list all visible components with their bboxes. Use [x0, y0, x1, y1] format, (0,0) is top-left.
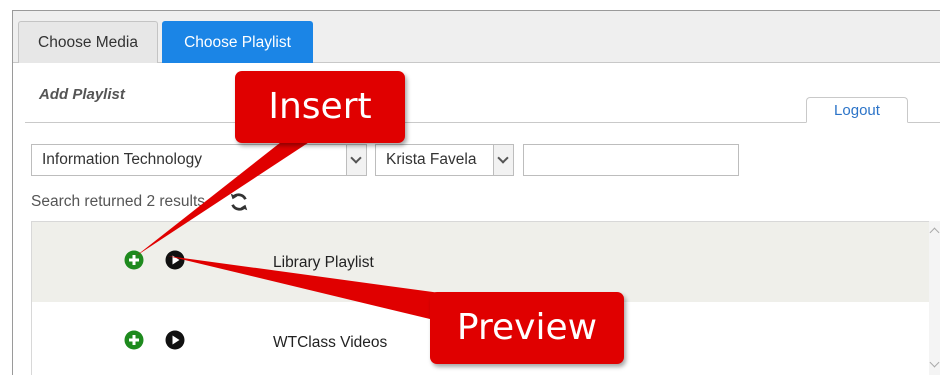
panel-title: Add Playlist	[39, 86, 125, 103]
insert-callout: Insert	[235, 71, 405, 143]
tab-choose-playlist[interactable]: Choose Playlist	[162, 21, 313, 63]
playlist-title: Library Playlist	[273, 254, 374, 271]
search-input[interactable]	[523, 144, 739, 176]
chevron-down-icon[interactable]	[346, 145, 366, 175]
chevron-up-icon[interactable]	[929, 227, 940, 238]
department-select[interactable]: Information Technology	[31, 144, 367, 176]
logout-button[interactable]: Logout	[806, 97, 908, 123]
tab-choose-media[interactable]: Choose Media	[18, 21, 158, 63]
list-item[interactable]: Library Playlist	[32, 222, 930, 302]
refresh-icon[interactable]	[228, 191, 250, 213]
plus-circle-icon[interactable]	[124, 330, 144, 350]
owner-select[interactable]: Krista Favela	[375, 144, 514, 176]
search-results-status: Search returned 2 results	[31, 193, 206, 210]
plus-circle-icon[interactable]	[124, 250, 144, 270]
tab-bar: Choose Media Choose Playlist	[13, 11, 940, 63]
preview-callout: Preview	[430, 292, 624, 364]
scrollbar[interactable]	[929, 221, 940, 375]
owner-select-value: Krista Favela	[386, 151, 477, 168]
playlist-title: WTClass Videos	[273, 334, 388, 351]
chevron-down-icon[interactable]	[929, 357, 940, 368]
divider	[25, 122, 940, 123]
play-circle-icon[interactable]	[165, 250, 185, 270]
chevron-down-icon[interactable]	[493, 145, 513, 175]
play-circle-icon[interactable]	[165, 330, 185, 350]
department-select-value: Information Technology	[42, 151, 202, 168]
